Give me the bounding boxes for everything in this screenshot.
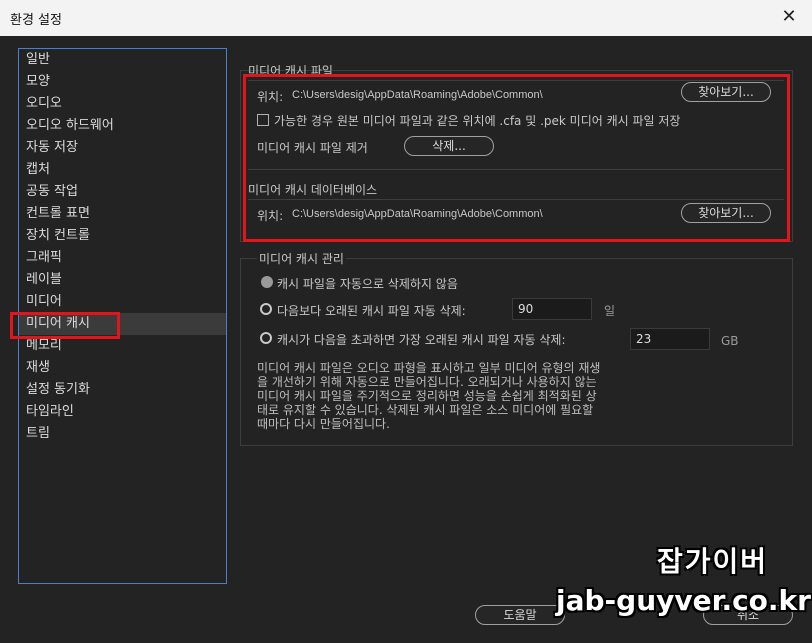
cache-description: 미디어 캐시 파일은 오디오 파형을 표시하고 일부 미디어 유형의 재생 을 … [257,361,697,431]
description-line: 미디어 캐시 파일을 주기적으로 정리하면 성능을 손쉽게 최적화된 상 [257,389,597,403]
description-line: 태로 유지할 수 있습니다. 삭제된 캐시 파일은 소스 미디어에 필요할 [257,403,594,417]
sidebar-item-appearance[interactable]: 모양 [19,71,226,93]
sidebar-item-audio-hardware[interactable]: 오디오 하드웨어 [19,115,226,137]
delete-when-exceeds-radio[interactable] [260,332,272,344]
delete-older-than-label: 다음보다 오래된 캐시 파일 자동 삭제: [277,304,466,318]
delete-older-than-radio[interactable] [260,303,272,315]
sidebar-item-collaboration[interactable]: 공동 작업 [19,181,226,203]
cache-management-title: 미디어 캐시 관리 [257,250,346,267]
gb-unit-label: GB [721,334,739,348]
sidebar-item-control-surface[interactable]: 컨트롤 표면 [19,203,226,225]
sidebar-item-audio[interactable]: 오디오 [19,93,226,115]
description-line: 을 개선하기 위해 자동으로 만들어집니다. 오래되거나 사용하지 않는 [257,375,597,389]
sidebar-item-device-control[interactable]: 장치 컨트롤 [19,225,226,247]
days-input[interactable]: 90 [512,298,592,320]
sidebar-item-auto-save[interactable]: 자동 저장 [19,137,226,159]
gb-input[interactable]: 23 [630,328,710,350]
watermark-url: jab-guyver.co.kr [556,584,811,617]
description-line: 때마다 다시 만들어집니다. [257,417,390,431]
never-delete-label: 캐시 파일을 자동으로 삭제하지 않음 [277,277,458,291]
sidebar-item-sync-settings[interactable]: 설정 동기화 [19,379,226,401]
cache-section-highlight-box [243,74,790,242]
days-unit-label: 일 [604,304,616,318]
never-delete-radio[interactable] [261,276,273,288]
help-button[interactable]: 도움말 [475,605,565,625]
sidebar-item-media[interactable]: 미디어 [19,291,226,313]
description-line: 미디어 캐시 파일은 오디오 파형을 표시하고 일부 미디어 유형의 재생 [257,361,601,375]
sidebar-item-playback[interactable]: 재생 [19,357,226,379]
sidebar-item-capture[interactable]: 캡처 [19,159,226,181]
sidebar-item-trim[interactable]: 트림 [19,423,226,445]
sidebar-highlight-box [10,312,120,339]
title-bar: 환경 설정 ✕ [0,0,812,36]
close-icon[interactable]: ✕ [766,0,812,36]
delete-when-exceeds-label: 캐시가 다음을 초과하면 가장 오래된 캐시 파일 자동 삭제: [277,333,566,347]
sidebar-item-general[interactable]: 일반 [19,49,226,71]
sidebar-item-graphics[interactable]: 그래픽 [19,247,226,269]
window-title: 환경 설정 [10,13,62,28]
watermark-title: 잡가이버 [657,545,769,578]
sidebar-item-timeline[interactable]: 타임라인 [19,401,226,423]
sidebar-item-labels[interactable]: 레이블 [19,269,226,291]
